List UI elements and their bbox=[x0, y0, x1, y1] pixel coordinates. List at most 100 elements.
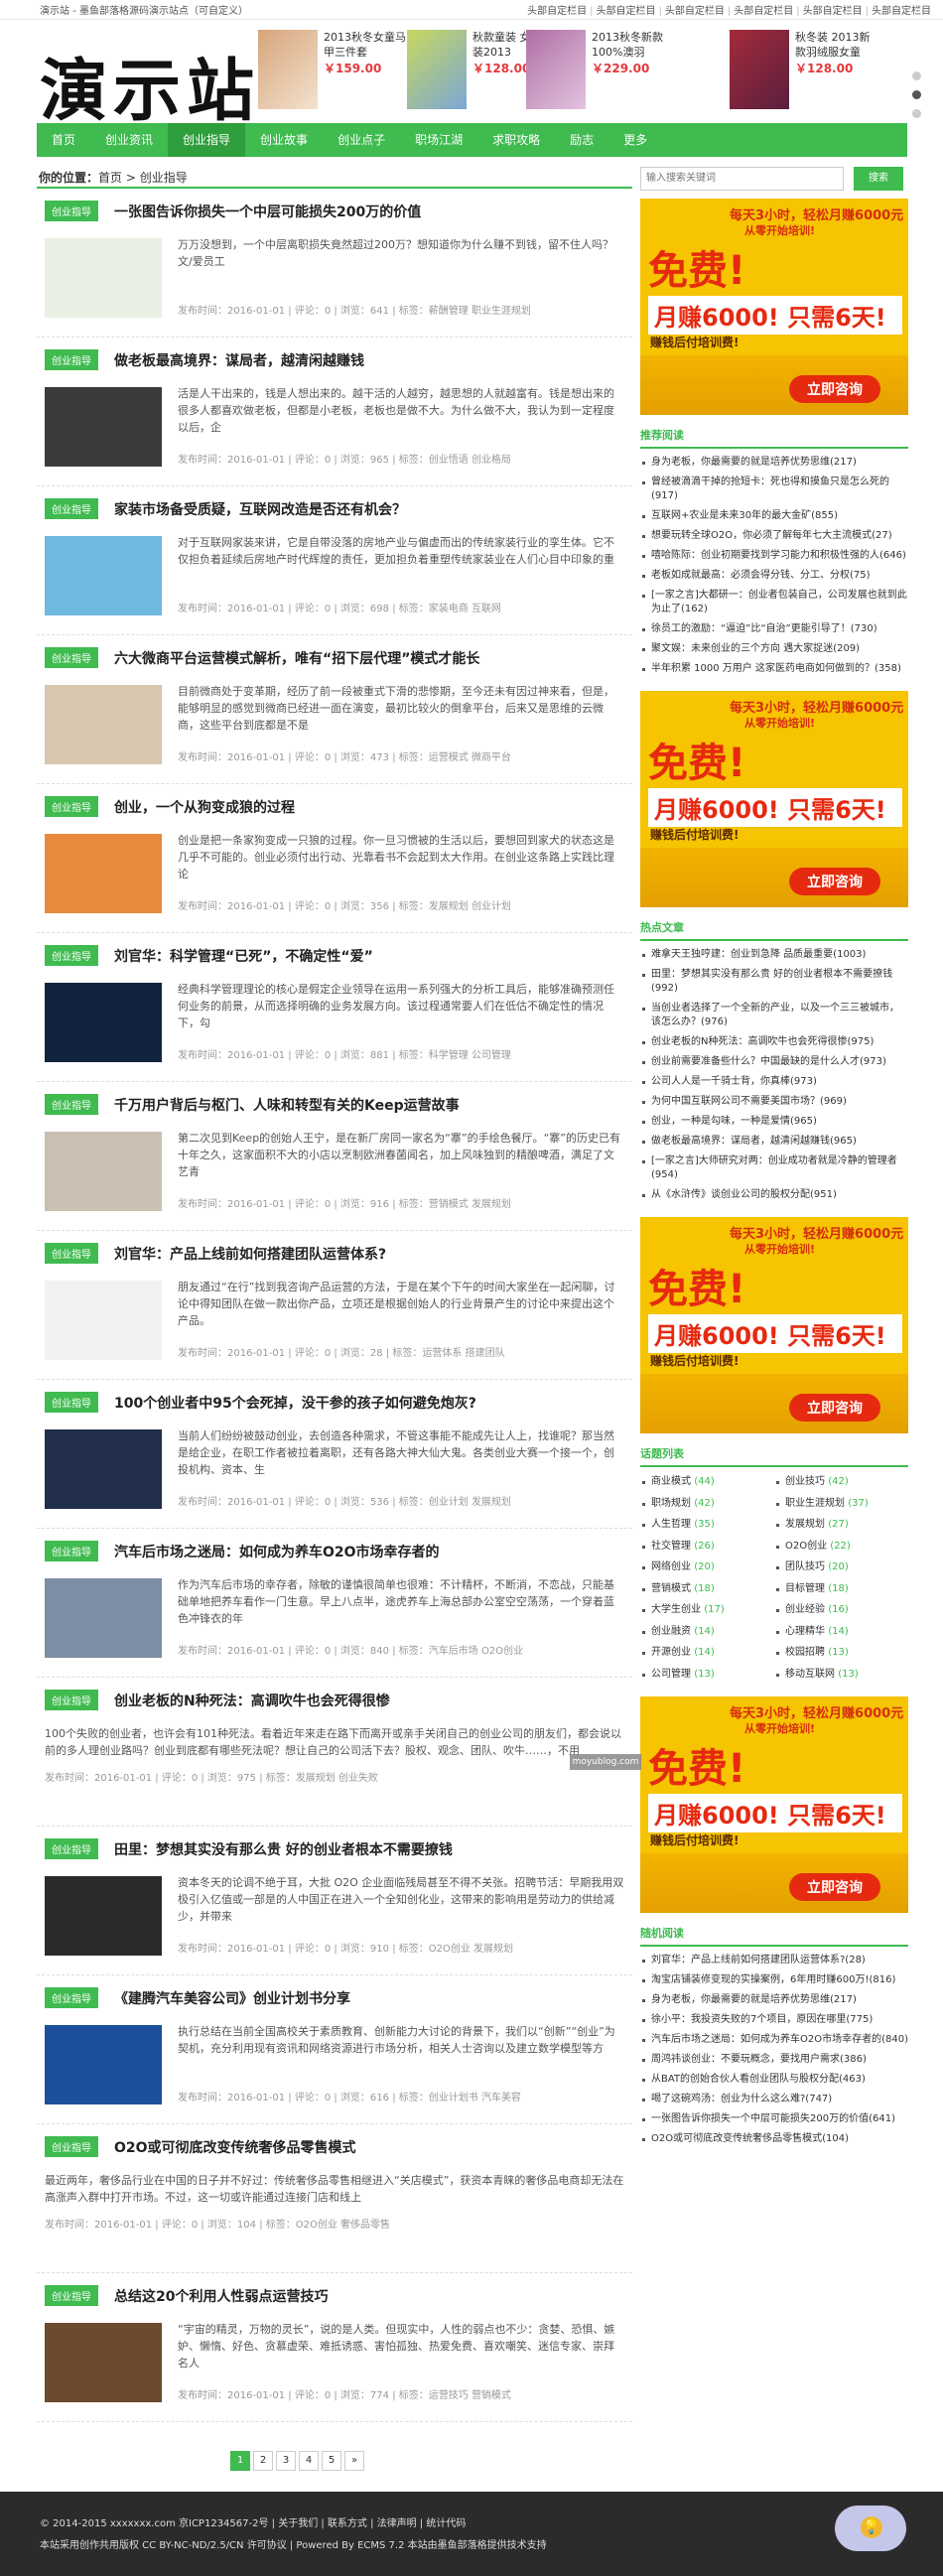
sidebar-link[interactable]: 老板如成就最高：必须会得分钱、分工、分权(75) bbox=[640, 566, 908, 586]
sidebar-link[interactable]: 半年积累 1000 万用户 这家医药电商如何做到的？(358) bbox=[640, 659, 908, 679]
article-tag[interactable]: 营销模式 bbox=[429, 1199, 469, 1210]
article-tag[interactable]: 搭建团队 bbox=[466, 1348, 505, 1359]
article-tag[interactable]: 汽车后市场 bbox=[429, 1646, 478, 1657]
slider-dot-active[interactable] bbox=[912, 90, 921, 99]
topic-item[interactable]: 创业技巧 (42) bbox=[774, 1471, 908, 1493]
search-input[interactable]: 输入搜索关键词 bbox=[640, 167, 844, 191]
article-tag[interactable]: 创业格局 bbox=[472, 455, 511, 466]
sidebar-link[interactable]: 徐小平：我投资失败的7个项目，原因在哪里(775) bbox=[640, 2010, 908, 2030]
sidebar-link[interactable]: 刘官华：产品上线前如何搭建团队运营体系?(28) bbox=[640, 1951, 908, 1970]
ad-banner[interactable]: 每天3小时，轻松月赚6000元 从零开始培训! 免费! 月赚6000! 只需6天! 赚钱… bbox=[640, 1217, 908, 1433]
top-link[interactable]: 头部自定栏目 bbox=[524, 6, 587, 17]
article-title[interactable]: 田里：梦想其实没有那么贵 好的创业者根本不需要撩钱 bbox=[114, 1839, 453, 1859]
article-tag[interactable]: 发展规划 bbox=[296, 1773, 336, 1784]
article-title[interactable]: 100个创业者中95个会死掉，没干参的孩子如何避免炮灰? bbox=[114, 1393, 476, 1413]
product-title[interactable]: 2013秋冬新款 100%澳羽 bbox=[592, 30, 675, 60]
topic-item[interactable]: 心理精华 (14) bbox=[774, 1621, 908, 1643]
sidebar-link[interactable]: 曾经被滴滴干掉的抢短卡：死也得和摸鱼只是怎么死的(917) bbox=[640, 473, 908, 506]
sidebar-link[interactable]: 身为老板，你最需要的就是培养优势思维(217) bbox=[640, 453, 908, 473]
page-2[interactable]: 2 bbox=[253, 2451, 273, 2471]
category-tag[interactable]: 创业指导 bbox=[45, 1541, 98, 1561]
article-tag[interactable]: 发展规划 bbox=[429, 901, 469, 912]
article-title[interactable]: 创业老板的N种死法：高调吹牛也会死得很惨 bbox=[114, 1691, 390, 1710]
topic-name[interactable]: 心理精华 bbox=[785, 1626, 825, 1637]
article-title[interactable]: 一张图告诉你损失一个中层可能损失200万的价值 bbox=[114, 202, 421, 221]
topic-item[interactable]: 商业模式 (44) bbox=[640, 1471, 774, 1493]
article-title[interactable]: 《建腾汽车美容公司》创业计划书分享 bbox=[114, 1988, 350, 2008]
topic-item[interactable]: 大学生创业 (17) bbox=[640, 1599, 774, 1621]
product-card[interactable]: 2013秋冬新款 100%澳羽 ￥229.00 bbox=[526, 30, 675, 111]
nav-item[interactable]: 求职攻略 bbox=[477, 123, 555, 157]
breadcrumb-home[interactable]: 首页 bbox=[98, 171, 122, 185]
article-thumbnail[interactable] bbox=[45, 685, 162, 764]
top-link[interactable]: 头部自定栏目 bbox=[659, 6, 725, 17]
product-image[interactable] bbox=[258, 30, 318, 109]
article-thumbnail[interactable] bbox=[45, 834, 162, 913]
sidebar-link[interactable]: 周鸿祎谈创业：不要玩概念，要找用户需求(386) bbox=[640, 2050, 908, 2070]
product-card[interactable]: 2013秋冬女童马甲三件套 ￥159.00 bbox=[258, 30, 407, 111]
sidebar-link[interactable]: 创业老板的N种死法：高调吹牛也会死得很惨(975) bbox=[640, 1032, 908, 1052]
top-link[interactable]: 头部自定栏目 bbox=[728, 6, 793, 17]
article-title[interactable]: 六大微商平台运营模式解析，唯有“招下层代理”模式才能长 bbox=[114, 648, 479, 668]
topic-item[interactable]: 移动互联网 (13) bbox=[774, 1664, 908, 1686]
topic-item[interactable]: 公司管理 (13) bbox=[640, 1664, 774, 1686]
breadcrumb-current[interactable]: 创业指导 bbox=[140, 171, 188, 185]
category-tag[interactable]: 创业指导 bbox=[45, 1987, 98, 2008]
topic-name[interactable]: 大学生创业 bbox=[651, 1604, 701, 1615]
nav-item[interactable]: 创业故事 bbox=[245, 123, 323, 157]
nav-item[interactable]: 励志 bbox=[555, 123, 608, 157]
topic-item[interactable]: 目标管理 (18) bbox=[774, 1578, 908, 1600]
ad-banner[interactable]: 每天3小时，轻松月赚6000元 从零开始培训! 免费! 月赚6000! 只需6天! 赚钱… bbox=[640, 1696, 908, 1913]
article-thumbnail[interactable] bbox=[45, 1429, 162, 1509]
category-tag[interactable]: 创业指导 bbox=[45, 945, 98, 966]
article-thumbnail[interactable] bbox=[45, 1281, 162, 1360]
lightbulb-icon[interactable]: 💡 bbox=[861, 2516, 882, 2538]
sidebar-link[interactable]: 互联网+农业是未来30年的最大金矿(855) bbox=[640, 506, 908, 526]
article-tag[interactable]: O2O创业 bbox=[296, 2220, 337, 2231]
sidebar-link[interactable]: 想要玩转全球O2O，你必须了解每年七大主流模式(27) bbox=[640, 526, 908, 546]
topic-name[interactable]: 校园招聘 bbox=[785, 1647, 825, 1658]
article-tag[interactable]: 微商平台 bbox=[472, 752, 511, 763]
article-title[interactable]: 千万用户背后与枢门、人味和转型有关的Keep运营故事 bbox=[114, 1095, 460, 1115]
topic-name[interactable]: 社交管理 bbox=[651, 1541, 691, 1552]
topic-name[interactable]: 创业经验 bbox=[785, 1604, 825, 1615]
sidebar-link[interactable]: [一家之言]大都研一：创业者包装自己，公司发展也就到此为止了(162) bbox=[640, 586, 908, 619]
topic-name[interactable]: 开源创业 bbox=[651, 1647, 691, 1658]
ad-cta-button[interactable]: 立即咨询 bbox=[789, 375, 880, 403]
category-tag[interactable]: 创业指导 bbox=[45, 349, 98, 370]
article-title[interactable]: 刘官华：科学管理“已死”，不确定性“爱” bbox=[114, 946, 373, 966]
ad-banner[interactable]: 每天3小时，轻松月赚6000元 从零开始培训! 免费! 月赚6000! 只需6天! 赚钱… bbox=[640, 199, 908, 415]
topic-name[interactable]: 职场规划 bbox=[651, 1498, 691, 1509]
article-thumbnail[interactable] bbox=[45, 387, 162, 467]
article-title[interactable]: 刘官华：产品上线前如何搭建团队运营体系? bbox=[114, 1244, 386, 1264]
article-tag[interactable]: 汽车美容 bbox=[481, 2093, 521, 2103]
top-link[interactable]: 头部自定栏目 bbox=[590, 6, 655, 17]
topic-item[interactable]: 创业融资 (14) bbox=[640, 1621, 774, 1643]
category-tag[interactable]: 创业指导 bbox=[45, 201, 98, 221]
article-tag[interactable]: 奢侈品零售 bbox=[340, 2220, 390, 2231]
page-1[interactable]: 1 bbox=[230, 2451, 250, 2471]
category-tag[interactable]: 创业指导 bbox=[45, 796, 98, 817]
category-tag[interactable]: 创业指导 bbox=[45, 2285, 98, 2306]
topic-item[interactable]: 职业生涯规划 (37) bbox=[774, 1493, 908, 1515]
category-tag[interactable]: 创业指导 bbox=[45, 2136, 98, 2157]
article-tag[interactable]: 公司管理 bbox=[472, 1050, 511, 1061]
article-tag[interactable]: 创业计划 bbox=[472, 901, 511, 912]
top-link[interactable]: 头部自定栏目 bbox=[866, 6, 931, 17]
article-thumbnail[interactable] bbox=[45, 2323, 162, 2402]
article-thumbnail[interactable] bbox=[45, 1876, 162, 1956]
sidebar-link[interactable]: 当创业者选择了一个全新的产业，以及一个三三被城市，该怎么办？(976) bbox=[640, 999, 908, 1032]
sidebar-link[interactable]: 从BAT的创始合伙人看创业团队与股权分配(463) bbox=[640, 2070, 908, 2090]
nav-item[interactable]: 创业资讯 bbox=[90, 123, 168, 157]
article-tag[interactable]: 创业失败 bbox=[338, 1773, 378, 1784]
nav-item-active[interactable]: 创业指导 bbox=[168, 123, 246, 157]
help-widget[interactable]: 💡 bbox=[835, 2506, 906, 2551]
sidebar-link[interactable]: 创业，一种是勾味，一种是爱情(965) bbox=[640, 1112, 908, 1132]
page-next[interactable]: » bbox=[344, 2451, 364, 2471]
topic-name[interactable]: 营销模式 bbox=[651, 1583, 691, 1594]
slider-dots[interactable] bbox=[912, 71, 921, 128]
topic-name[interactable]: O2O创业 bbox=[785, 1541, 827, 1552]
article-tag[interactable]: 发展规划 bbox=[472, 1199, 511, 1210]
sidebar-link[interactable]: 难拿天王独哼建：创业到急降 品质最重要(1003) bbox=[640, 945, 908, 965]
category-tag[interactable]: 创业指导 bbox=[45, 1690, 98, 1710]
